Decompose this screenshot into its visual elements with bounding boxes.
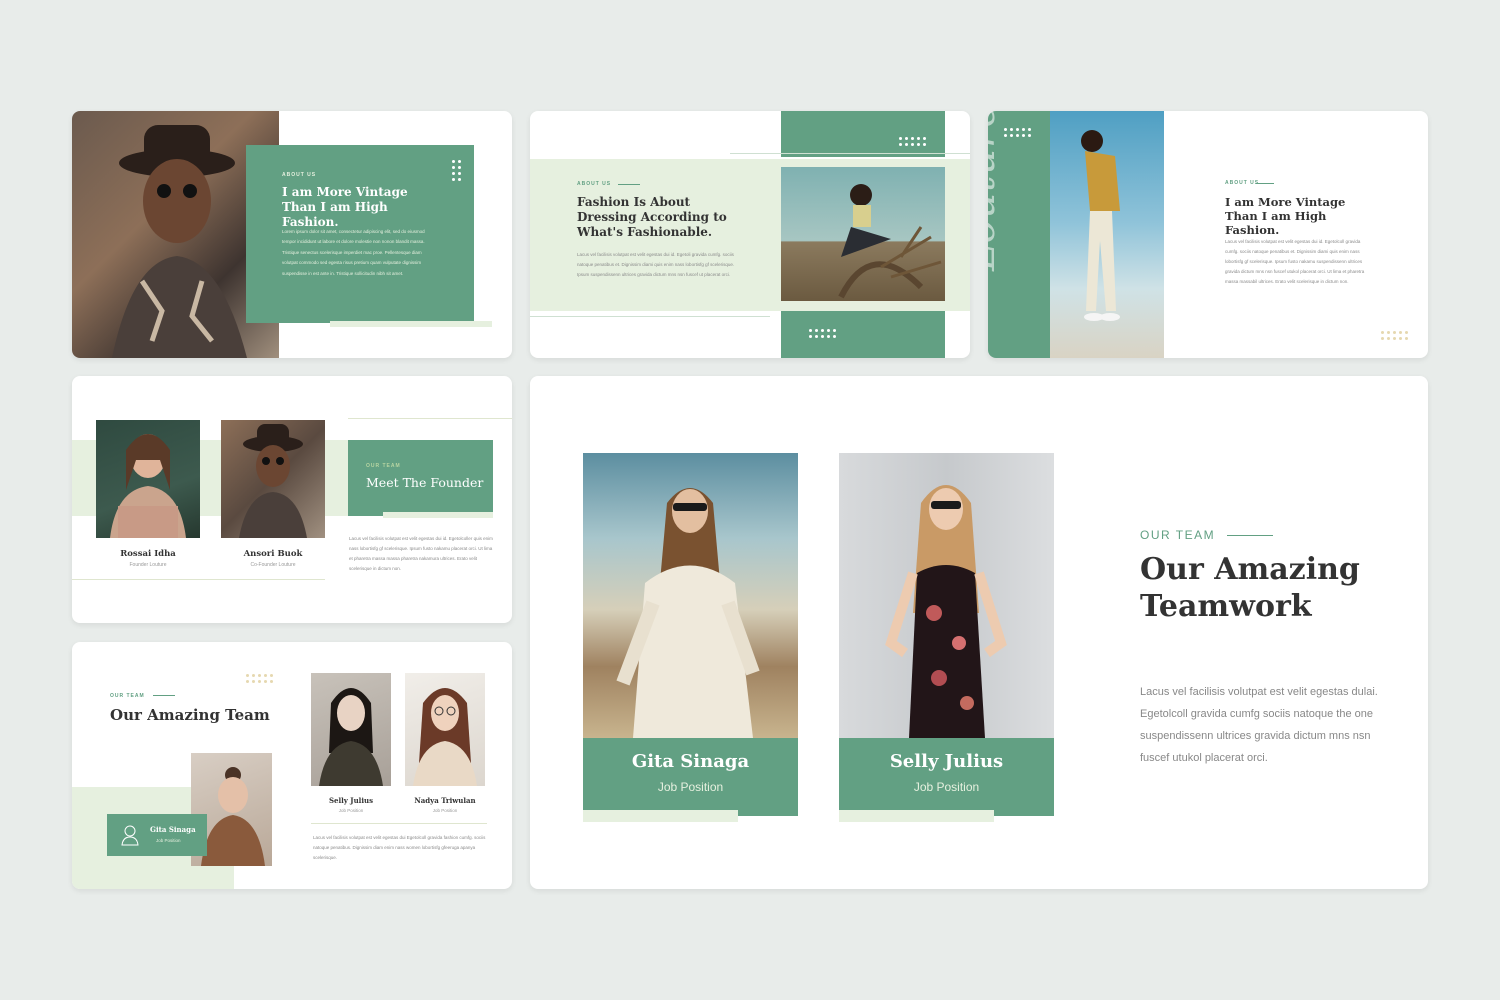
founder-divider — [72, 579, 325, 580]
team-kicker: OUR TEAM — [366, 463, 401, 469]
founder-role-2: Co-Founder Louture — [250, 562, 296, 568]
founder-name-2: Ansori Buok — [243, 549, 303, 559]
card-accent-selly — [839, 810, 994, 822]
about-text-card: ABOUT US I am More Vintage Than I am Hig… — [246, 145, 474, 323]
team-title: Our Amazing Team — [110, 706, 270, 724]
member-name-gita: Gita Sinaga — [631, 751, 750, 772]
founder-photo-1 — [96, 420, 200, 538]
team-kicker: OUR TEAM — [1140, 528, 1216, 542]
members-divider — [311, 823, 487, 824]
founder-photo-2 — [221, 420, 325, 538]
dot-grid-decoration — [452, 160, 461, 181]
dot-row-bottom — [809, 329, 836, 338]
slide-about-vintage[interactable]: ABOUT US I am More Vintage Than I am Hig… — [72, 111, 512, 358]
member-name-selly: Selly Julius — [889, 751, 1004, 772]
founder-name-1: Rossai Idha — [120, 549, 176, 559]
about-kicker: ABOUT US — [282, 172, 317, 178]
slide-meet-founder[interactable]: Rossai Idha Founder Louture Ansori Buok … — [72, 376, 512, 623]
member-role-nadya: Job Position — [432, 808, 458, 813]
bottom-green-block — [781, 311, 945, 358]
slide-amazing-teamwork[interactable]: Gita Sinaga Job Position Selly Julius Jo… — [530, 376, 1428, 889]
about-body: Lorem ipsum dolor sit amet, consectetur … — [282, 229, 425, 276]
about-body: Lacus vel facilisis volutpat est velit e… — [1225, 239, 1365, 284]
title-card-accent — [383, 512, 493, 518]
dot-grid-decoration — [246, 674, 273, 683]
kicker-line — [618, 184, 640, 185]
top-green-block — [781, 111, 945, 157]
team-card-selly — [839, 738, 1054, 816]
member-name-selly: Selly Julius — [328, 796, 374, 805]
team-card-gita — [583, 738, 798, 816]
kicker-line — [153, 695, 175, 696]
member-photo-nadya — [405, 673, 485, 786]
card-accent-gita — [583, 810, 738, 822]
featured-role: Job Position — [156, 838, 181, 843]
founder-title: Meet The Founder — [366, 475, 484, 490]
about-title: I am More Vintage Than I am High Fashion… — [282, 185, 408, 229]
teamwork-body-line1: Lacus vel facilisis volutpat est velit e… — [1140, 686, 1378, 698]
team-photo-selly — [839, 453, 1054, 738]
team-body: Lacus vel facilisis volutpat est velit e… — [313, 835, 486, 860]
slide-louture-about[interactable]: Louture ABOUT US I am More Vintage Than … — [988, 111, 1428, 358]
member-role-gita: Job Position — [657, 780, 724, 794]
dot-row-top — [899, 137, 926, 146]
member-role-selly: Job Position — [913, 780, 980, 794]
dot-grid-decoration — [1004, 128, 1031, 137]
member-name-nadya: Nadya Triwulan — [414, 796, 476, 805]
top-thin-line — [348, 418, 512, 419]
woman-sitting-photo — [781, 167, 945, 301]
kicker-line — [1227, 535, 1273, 536]
fashion-title: Fashion Is About Dressing According to W… — [577, 195, 727, 239]
about-title: I am More Vintage Than I am High Fashion… — [1225, 195, 1346, 237]
accent-bar — [330, 321, 492, 327]
teamwork-body-line4: fuscef utukol placerat orci. — [1140, 752, 1268, 764]
member-photo-selly — [311, 673, 391, 786]
bottom-divider-line — [530, 316, 770, 317]
founder-role-1: Founder Louture — [129, 562, 167, 568]
fashion-body: Lacus vel facilisis volutpat est velit e… — [577, 252, 735, 277]
about-kicker: ABOUT US — [577, 181, 612, 187]
slide-amazing-team[interactable]: OUR TEAM Our Amazing Team Gita Sinaga Jo… — [72, 642, 512, 889]
teamwork-title-line1: Our Amazing — [1140, 552, 1360, 587]
about-kicker: ABOUT US — [1225, 180, 1260, 186]
teamwork-body-line3: suspendissenn ultrices gravida dictum mn… — [1140, 730, 1371, 742]
person-icon — [120, 823, 140, 847]
man-standing-photo — [1050, 111, 1164, 358]
kicker-line — [1256, 183, 1274, 184]
founder-body: Lacus vel facilisis volutpat est velit e… — [349, 536, 493, 571]
featured-name: Gita Sinaga — [150, 825, 196, 834]
top-divider-line — [730, 153, 970, 154]
team-photo-gita — [583, 453, 798, 738]
teamwork-body-line2: Egetolcoll gravida cumfg sociis natoque … — [1140, 708, 1373, 720]
slide-fashion-dressing[interactable]: ABOUT US Fashion Is About Dressing Accor… — [530, 111, 970, 358]
teamwork-title-line2: Teamwork — [1140, 589, 1312, 624]
brand-watermark: Louture — [988, 111, 1004, 271]
dot-row-corner — [1381, 331, 1408, 340]
member-role-selly: Job Position — [338, 808, 364, 813]
team-kicker: OUR TEAM — [110, 693, 145, 699]
